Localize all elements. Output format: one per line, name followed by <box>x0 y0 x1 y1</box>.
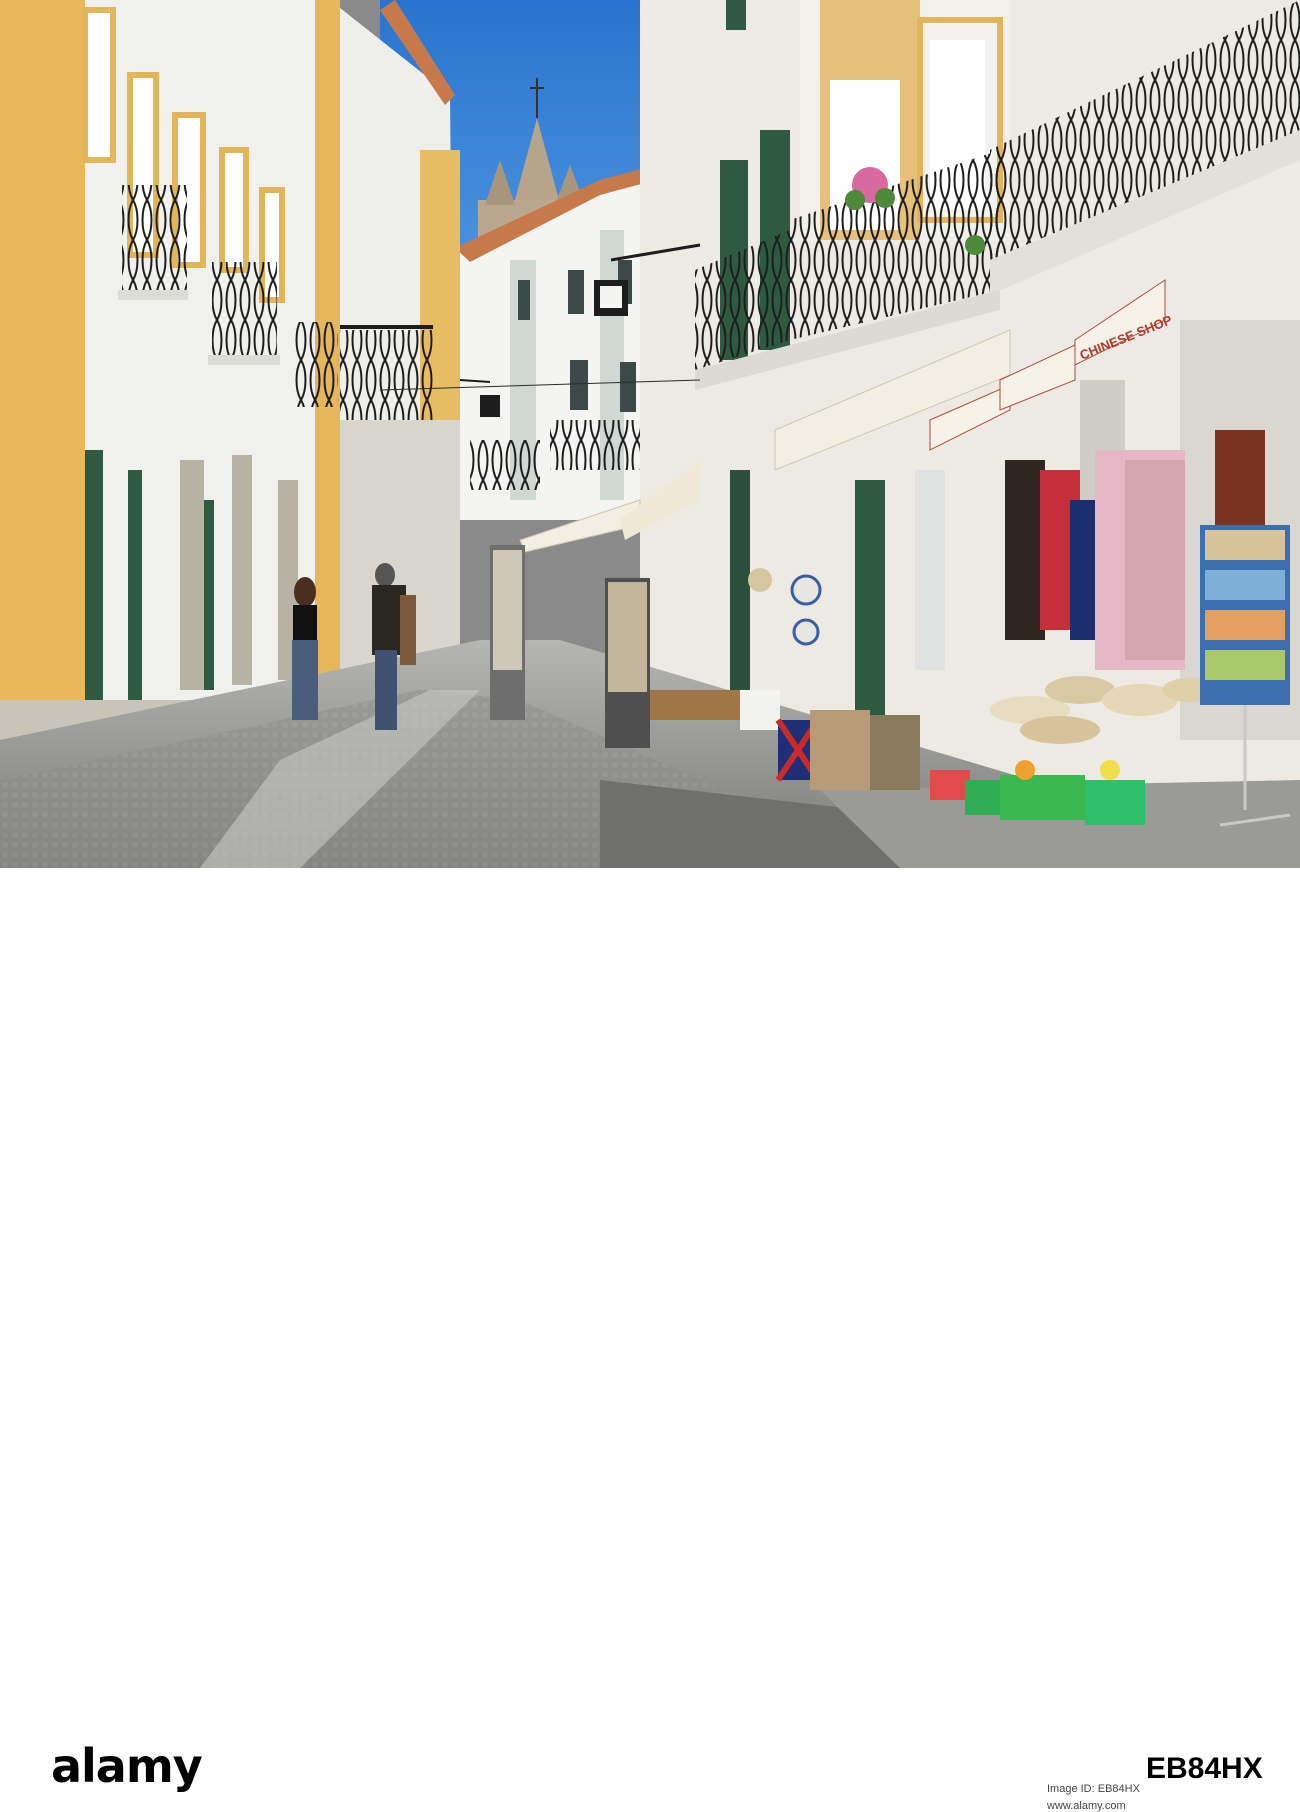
watermark-footer: alamy Image ID: EB84HX EB84HX www.alamy.… <box>0 868 1300 1812</box>
street-photo: CHINESE SHOP <box>0 0 1300 868</box>
image-id-label: Image ID: EB84HX <box>1047 1783 1140 1795</box>
left-building-near <box>0 0 340 760</box>
alamy-logo: alamy <box>51 1739 203 1793</box>
image-id-value: EB84HX <box>1146 1752 1263 1785</box>
street-scene: CHINESE SHOP <box>0 0 1300 868</box>
site-url: www.alamy.com <box>1047 1800 1126 1812</box>
